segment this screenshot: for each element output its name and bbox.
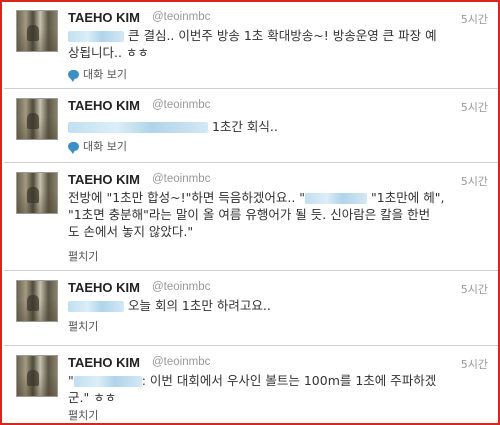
tweet-item[interactable]: TAEHO KIM @teoinmbc 5시간 오늘 회의 1초만 하려고요..…: [4, 272, 498, 346]
tweet-text: 오늘 회의 1초만 하려고요..: [68, 297, 488, 314]
avatar[interactable]: [16, 280, 58, 322]
user-name[interactable]: TAEHO KIM: [68, 280, 140, 295]
speech-bubble-icon: [68, 141, 79, 154]
expand-label: 펼치기: [68, 409, 99, 422]
tweet-text-line: 상됩니다.. ㅎㅎ: [68, 45, 149, 60]
timestamp[interactable]: 5시간: [461, 281, 488, 297]
tweet-text-line: 오늘 회의 1초만 하려고요..: [127, 298, 271, 313]
expand-link[interactable]: 펼치기: [68, 407, 98, 423]
tweet-item[interactable]: TAEHO KIM @teoinmbc 5시간 1초간 회식.. 대화 보기: [4, 90, 498, 163]
user-name[interactable]: TAEHO KIM: [68, 172, 140, 187]
speech-bubble-icon: [68, 69, 79, 82]
tweet-text: " : 이번 대회에서 우사인 볼트는 100m를 1초에 주파하겠 군." ㅎㅎ: [68, 372, 488, 406]
avatar[interactable]: [16, 10, 58, 52]
view-conversation-link[interactable]: 대화 보기: [68, 66, 127, 82]
blurred-mention: [73, 376, 142, 387]
user-name[interactable]: TAEHO KIM: [68, 10, 140, 25]
timestamp[interactable]: 5시간: [461, 99, 488, 115]
expand-label: 펼치기: [68, 320, 99, 333]
tweet-text-line: "1초면 충분해"라는 말이 올 여름 유행어가 될 듯. 신아람은 칼을 한번: [68, 207, 431, 222]
user-name[interactable]: TAEHO KIM: [68, 355, 140, 370]
blurred-mention: [68, 122, 208, 133]
timestamp[interactable]: 5시간: [461, 356, 488, 372]
expand-label: 펼치기: [68, 250, 99, 263]
expand-link[interactable]: 펼치기: [68, 318, 98, 334]
tweet-text-line: 군." ㅎㅎ: [68, 390, 117, 405]
avatar[interactable]: [16, 355, 58, 397]
tweet-item[interactable]: TAEHO KIM @teoinmbc 5시간 큰 결심.. 이번주 방송 1초…: [4, 2, 498, 89]
user-handle[interactable]: @teoinmbc: [152, 99, 210, 111]
user-handle[interactable]: @teoinmbc: [152, 11, 210, 23]
tweet-text-line: 전방에 "1초만 합성~!"하면 득음하겠어요.. ": [68, 190, 306, 205]
blurred-mention: [305, 193, 368, 204]
user-name[interactable]: TAEHO KIM: [68, 98, 140, 113]
tweet-timeline: TAEHO KIM @teoinmbc 5시간 큰 결심.. 이번주 방송 1초…: [0, 0, 500, 425]
tweet-text: 1초간 회식..: [68, 118, 488, 135]
tweet-item[interactable]: TAEHO KIM @teoinmbc 5시간 " : 이번 대회에서 우사인 볼…: [4, 347, 498, 423]
tweet-text-line: 큰 결심.. 이번주 방송 1초 확대방송~! 방송운영 큰 파장 예: [127, 28, 437, 43]
avatar[interactable]: [16, 98, 58, 140]
user-handle[interactable]: @teoinmbc: [152, 281, 210, 293]
user-handle[interactable]: @teoinmbc: [152, 356, 210, 368]
tweet-text: 전방에 "1초만 합성~!"하면 득음하겠어요.. " "1초만에 헤", "1…: [68, 189, 488, 240]
blurred-mention: [68, 31, 124, 42]
tweet-text-line: : 이번 대회에서 우사인 볼트는 100m를 1초에 주파하겠: [141, 373, 437, 388]
timestamp[interactable]: 5시간: [461, 11, 488, 27]
tweet-text-line: "1초만에 헤",: [371, 190, 445, 205]
user-handle[interactable]: @teoinmbc: [152, 173, 210, 185]
expand-link[interactable]: 펼치기: [68, 248, 98, 264]
tweet-text-line: 1초간 회식..: [211, 119, 278, 134]
timestamp[interactable]: 5시간: [461, 173, 488, 189]
tweet-item[interactable]: TAEHO KIM @teoinmbc 5시간 전방에 "1초만 합성~!"하면…: [4, 164, 498, 271]
tweet-text-line: 도 손에서 놓지 않았다.": [68, 224, 194, 239]
view-conversation-label: 대화 보기: [83, 140, 127, 153]
tweet-text: 큰 결심.. 이번주 방송 1초 확대방송~! 방송운영 큰 파장 예 상됩니다…: [68, 27, 488, 61]
avatar[interactable]: [16, 172, 58, 214]
view-conversation-link[interactable]: 대화 보기: [68, 138, 127, 154]
blurred-mention: [68, 301, 124, 312]
tweet-text-line: ": [68, 373, 74, 388]
view-conversation-label: 대화 보기: [83, 68, 127, 81]
